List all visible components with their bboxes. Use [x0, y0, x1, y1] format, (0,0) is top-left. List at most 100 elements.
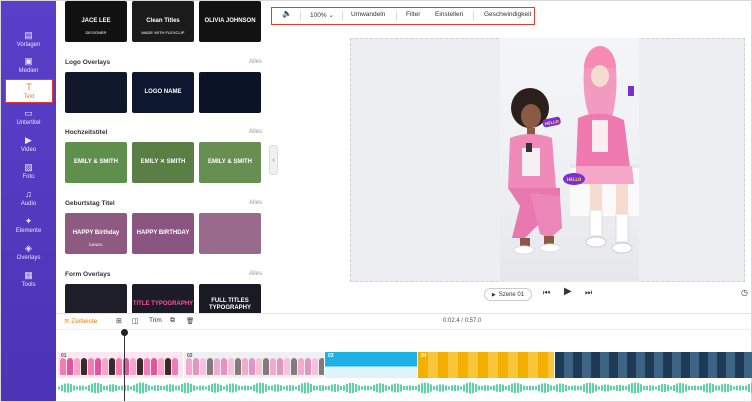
chevron-down-icon: ⌄ — [328, 12, 334, 19]
divider — [396, 11, 397, 21]
template-title: EMILY & SMITH — [207, 159, 252, 165]
trim-button[interactable]: Trim — [149, 317, 162, 324]
see-all-link[interactable]: Alles — [249, 129, 262, 135]
nav-item-label: Video — [20, 146, 37, 153]
nav-item-label: Untertitel — [16, 119, 41, 126]
template-title: EMILY ✕ SMITH — [140, 159, 186, 165]
clip-number: 02 — [187, 353, 193, 359]
split-icon[interactable]: ◫ — [132, 317, 139, 325]
template-title: JACE LEE — [81, 18, 111, 24]
nav-item-elemente[interactable]: ✦ Elemente — [1, 213, 56, 237]
clip-frames — [184, 358, 324, 375]
template-thumbnail[interactable] — [65, 72, 127, 113]
audio-icon: ♫ — [25, 188, 32, 199]
previous-icon[interactable]: ⏮ — [543, 288, 550, 298]
divider — [473, 11, 474, 21]
template-title: TITLE TYPOGRAPHY — [132, 301, 194, 307]
timeline-clip[interactable]: 04 — [418, 352, 554, 378]
delete-icon[interactable]: 🗑 — [186, 317, 194, 325]
svg-text:HELLO: HELLO — [567, 177, 582, 182]
divider — [300, 11, 301, 21]
video-track: 01 02 03 04 — [58, 352, 752, 378]
nav-item-label: Foto — [22, 173, 35, 180]
speed-button[interactable]: Geschwindigkeit — [484, 11, 531, 18]
template-thumbnail[interactable] — [65, 284, 127, 313]
template-thumbnail[interactable]: FULL TITLES TYPOGRAPHY — [199, 284, 261, 313]
nav-item-label: Vorlagen — [16, 41, 41, 48]
adjust-button[interactable]: Einstellen — [435, 11, 463, 18]
clip-number: 04 — [421, 353, 427, 359]
nav-item-overlays[interactable]: ◈ Overlays — [1, 240, 56, 264]
template-thumbnail[interactable]: LOGO NAME — [132, 72, 194, 113]
time-readout: 0:02.4 / 0:57.0 — [443, 318, 482, 324]
playhead-handle[interactable] — [121, 329, 128, 336]
nav-item-medien[interactable]: ▣ Medien — [1, 53, 56, 77]
timeline-clip[interactable]: 01 — [58, 352, 183, 378]
template-title: OLIVIA JOHNSON — [204, 18, 256, 24]
nav-item-label: Medien — [18, 67, 39, 74]
template-thumbnail[interactable]: EMILY ✕ SMITH — [132, 142, 194, 183]
nav-item-video[interactable]: ▶ Video — [1, 132, 56, 156]
elements-icon: ✦ — [24, 215, 33, 226]
scene-label: Szene 01 — [498, 291, 525, 298]
video-preview[interactable]: HELLO HELLO — [500, 38, 639, 282]
playhead[interactable] — [124, 329, 125, 401]
copy-icon[interactable]: ⧉ — [170, 317, 175, 325]
category-title: Form Overlays — [65, 271, 111, 278]
nav-item-tools[interactable]: ▦ Tools — [1, 267, 56, 291]
template-thumbnail[interactable]: JACE LEE DESIGNER — [65, 1, 127, 42]
timeline-toolbar: ≋ Zeitleiste ⊞ ◫ Trim ⧉ 🗑 0:02.4 / 0:57.… — [56, 313, 752, 329]
clock-icon[interactable]: ◷ — [741, 288, 748, 297]
timeline-clip[interactable]: 02 — [184, 352, 324, 378]
template-thumbnail[interactable] — [199, 213, 261, 254]
subtitles-icon: ▭ — [24, 107, 33, 118]
template-thumbnail[interactable]: EMILY & SMITH — [65, 142, 127, 183]
next-icon[interactable]: ⏭ — [585, 288, 592, 298]
filter-button[interactable]: Filter — [406, 11, 420, 18]
category-title: Hochzeitstitel — [65, 129, 108, 136]
nav-item-text[interactable]: T Text — [5, 79, 53, 103]
template-title: Clean Titles — [146, 18, 180, 24]
collapse-panel-handle[interactable]: ‹ — [269, 145, 278, 175]
clip-number: 03 — [328, 353, 334, 359]
scene-selector[interactable]: ▶ Szene 01 — [484, 288, 532, 301]
template-thumbnail[interactable]: HAPPY Birthday DANIEL — [65, 213, 127, 254]
nav-item-foto[interactable]: ▨ Foto — [1, 159, 56, 183]
see-all-link[interactable]: Alles — [249, 200, 262, 206]
video-toolbar: 🔈 100% ⌄ Umwandeln Filter Einstellen Ges… — [271, 7, 535, 25]
template-thumbnail[interactable]: OLIVIA JOHNSON — [199, 1, 261, 42]
see-all-link[interactable]: Alles — [249, 271, 262, 277]
audio-waveform[interactable] — [58, 381, 752, 395]
nav-item-label: Tools — [21, 281, 36, 288]
template-thumbnail[interactable]: TITLE TYPOGRAPHY — [132, 284, 194, 313]
app-window: ▤ Vorlagen ▣ Medien T Text ▭ Untertitel ▶ Video ▨ F… — [0, 0, 752, 402]
nav-item-untertitel[interactable]: ▭ Untertitel — [1, 105, 56, 129]
nav-item-label: Audio — [20, 200, 37, 207]
add-scene-icon[interactable]: ⊞ — [116, 317, 122, 325]
template-thumbnail[interactable]: HAPPY BIRTHDAY — [132, 213, 194, 254]
nav-item-label: Elemente — [15, 227, 42, 234]
template-subtitle: DANIEL — [88, 242, 104, 247]
timeline-clip[interactable] — [555, 352, 752, 378]
nav-item-vorlagen[interactable]: ▤ Vorlagen — [1, 27, 56, 51]
template-subtitle: MADE WITH FLEXCLIP — [141, 30, 185, 35]
clip-number: 01 — [61, 353, 67, 359]
template-thumbnail[interactable]: EMILY & SMITH — [199, 142, 261, 183]
timeline-clip[interactable]: 03 — [325, 352, 417, 378]
template-thumbnail[interactable] — [199, 72, 261, 113]
timeline-toggle[interactable]: ≋ Zeitleiste — [64, 317, 97, 325]
play-icon[interactable]: ▶ — [564, 286, 572, 297]
text-icon: T — [26, 81, 32, 92]
template-title: HAPPY BIRTHDAY — [136, 230, 190, 236]
template-title: EMILY & SMITH — [73, 159, 118, 165]
volume-icon[interactable]: 🔈 — [282, 9, 292, 18]
template-thumbnail[interactable]: Clean Titles MADE WITH FLEXCLIP — [132, 1, 194, 42]
template-title: HAPPY Birthday — [72, 230, 120, 236]
zoom-select[interactable]: 100% ⌄ — [310, 11, 334, 19]
photo-icon: ▨ — [24, 161, 33, 172]
template-title: LOGO NAME — [144, 89, 182, 95]
nav-item-audio[interactable]: ♫ Audio — [1, 186, 56, 210]
template-title: FULL TITLES TYPOGRAPHY — [208, 297, 251, 311]
transform-button[interactable]: Umwandeln — [351, 11, 385, 18]
see-all-link[interactable]: Alles — [249, 59, 262, 65]
